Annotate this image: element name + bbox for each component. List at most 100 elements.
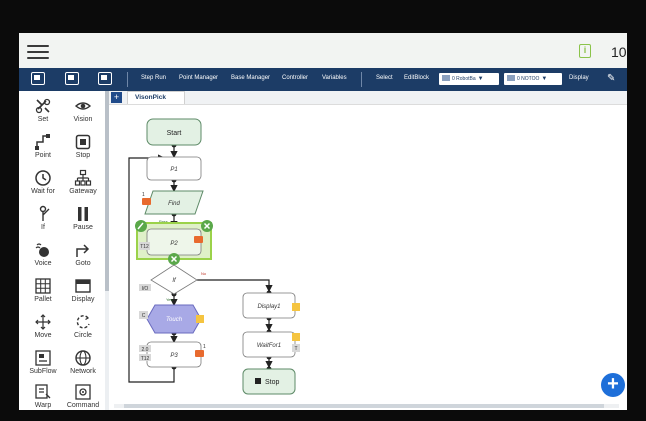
circle-icon [74, 313, 92, 331]
warp-icon [34, 383, 52, 401]
waitfor1-node-label: WaitFor1 [257, 343, 281, 349]
top-bar: i 10 [19, 33, 627, 68]
touch-node-label: Touch [166, 317, 183, 323]
tool-move[interactable]: Move [23, 311, 63, 345]
editblock-button[interactable]: EditBlock [404, 75, 429, 81]
tool-vision[interactable]: Vision [63, 95, 103, 129]
tab-bar: + VisonPick [109, 91, 627, 105]
tool-command[interactable]: Command [63, 381, 103, 410]
camera-badge-icon [194, 236, 203, 243]
magic-wand-icon[interactable]: ✎ [607, 73, 615, 84]
tool-subflow[interactable]: SubFlow [23, 347, 63, 381]
tool-pause[interactable]: Pause [63, 203, 103, 237]
subflow-icon [34, 349, 52, 367]
tool-if[interactable]: If [23, 203, 63, 237]
robot-app-screen: i 10 Step Run Point Manager Base Manager… [19, 33, 627, 410]
tool-label: Stop [75, 152, 91, 159]
main-toolbar: Step Run Point Manager Base Manager Cont… [19, 68, 627, 91]
note-badge-icon [292, 303, 300, 311]
clock-icon [34, 169, 52, 187]
tool-voice[interactable]: Voice [23, 239, 63, 273]
p3-tag2: T12 [141, 356, 150, 362]
tool-gateway[interactable]: Gateway [63, 167, 103, 201]
tool-pallet[interactable]: Pallet [23, 275, 63, 309]
find-number-tag: 1 [142, 192, 145, 198]
canvas-scrollbar-thumb[interactable] [124, 404, 604, 408]
tool-label: Voice [34, 260, 52, 267]
tool-value: 0 NOTOO [517, 76, 540, 82]
tool-display[interactable]: Display [63, 275, 103, 309]
tool-label: Display [71, 296, 95, 303]
p3-tag1: 2.0 [142, 347, 149, 353]
function-palette: Set Vision Point Stop Wait for Gateway I… [19, 91, 110, 410]
tool-point[interactable]: Point [23, 131, 63, 165]
tool-label: Command [66, 402, 100, 409]
if-tag: I/O [142, 286, 149, 292]
controller-button[interactable]: Controller [282, 75, 308, 81]
p1-node-label: P1 [170, 167, 177, 173]
wrench-icon [34, 97, 52, 115]
note-badge-icon [292, 333, 300, 341]
tool-stop[interactable]: Stop [63, 131, 103, 165]
waitfor-tag: T [294, 346, 297, 352]
tool-label: Vision [73, 116, 93, 123]
base-manager-button[interactable]: Base Manager [231, 75, 270, 81]
status-value: 10 [611, 44, 627, 60]
tool-label: Gateway [69, 188, 97, 195]
select-button[interactable]: Select [376, 75, 393, 81]
command-icon [74, 383, 92, 401]
tool-icon [507, 75, 515, 81]
eye-icon [74, 97, 92, 115]
camera-badge-icon [142, 198, 151, 205]
move-icon [34, 313, 52, 331]
toolbar-divider [127, 72, 128, 87]
stop-icon [74, 133, 92, 151]
export-icon[interactable] [98, 72, 112, 85]
touch-tag: C [142, 313, 146, 319]
tool-label: If [41, 224, 45, 231]
tool-network[interactable]: Network [63, 347, 103, 381]
p3-node-label: P3 [170, 353, 178, 359]
tool-wait-for[interactable]: Wait for [23, 167, 63, 201]
tool-label: SubFlow [29, 368, 57, 375]
status-indicator-icon: i [579, 44, 591, 58]
variables-button[interactable]: Variables [322, 75, 347, 81]
flow-canvas[interactable]: Start P1 Find 1 Pass P2 T12 If I/O No Ye… [109, 105, 627, 410]
tool-label: Set [37, 116, 49, 123]
robot-base-value: 0 RobotBa [452, 76, 476, 82]
p2-tag: T12 [140, 244, 149, 250]
tab-visonpick[interactable]: VisonPick [127, 91, 185, 104]
add-node-fab-button[interactable]: + [601, 373, 625, 397]
display-button[interactable]: Display [569, 75, 589, 81]
start-node-label: Start [167, 130, 182, 137]
robot-base-dropdown[interactable]: 0 RobotBa ▼ [439, 73, 499, 85]
pallet-grid-icon [34, 277, 52, 295]
step-run-button[interactable]: Step Run [141, 75, 166, 81]
tool-goto[interactable]: Goto [63, 239, 103, 273]
menu-hamburger-icon[interactable] [27, 41, 49, 59]
find-node-label: Find [168, 201, 180, 207]
tool-label: Point [35, 152, 51, 159]
tool-label: Pause [73, 224, 93, 231]
tool-warp[interactable]: Warp [23, 381, 63, 410]
yes-branch-label: Yes [166, 297, 173, 302]
tool-label: Network [70, 368, 96, 375]
save-as-icon[interactable] [65, 72, 79, 85]
note-badge-icon [196, 315, 204, 323]
pause-icon [74, 205, 92, 223]
point-manager-button[interactable]: Point Manager [179, 75, 218, 81]
tool-label: Warp [34, 402, 52, 409]
tool-label: Circle [74, 332, 92, 339]
robot-base-icon [442, 75, 450, 81]
p3-number-tag: 1 [203, 344, 206, 350]
canvas-horizontal-scrollbar[interactable] [114, 404, 619, 408]
add-tab-button[interactable]: + [111, 92, 122, 103]
tool-circle[interactable]: Circle [63, 311, 103, 345]
tool-set[interactable]: Set [23, 95, 63, 129]
save-icon[interactable] [31, 72, 45, 85]
no-branch-label: No [201, 271, 207, 276]
tool-dropdown[interactable]: 0 NOTOO ▼ [504, 73, 562, 85]
goto-arrow-icon [74, 241, 92, 259]
voice-icon [34, 241, 52, 259]
chevron-down-icon: ▼ [541, 76, 548, 82]
